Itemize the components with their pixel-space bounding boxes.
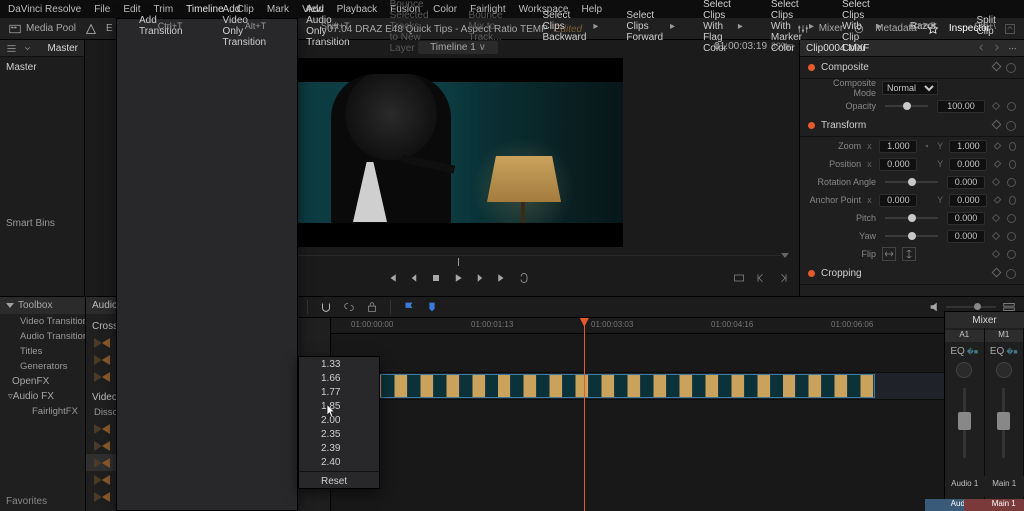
blanking-option[interactable]: 2.40 [299, 455, 379, 469]
menu-item[interactable]: Select Clips With Clip Color▸ [820, 19, 888, 33]
blanking-option[interactable]: Reset [299, 474, 379, 488]
mixer-panel: Mixer A1 M1 EQ �■ EQ �■ Audio 1 Main 1 A… [944, 311, 1024, 511]
in-out-icon[interactable] [733, 272, 745, 284]
smart-bins-header[interactable]: Smart Bins [0, 215, 84, 232]
timeline-ruler[interactable]: 01:00:00:0001:00:01:1301:00:03:0301:00:0… [331, 318, 1024, 334]
blanking-option[interactable]: 1.85 [299, 399, 379, 413]
chevron-down-icon[interactable] [23, 44, 32, 53]
menu-edit[interactable]: Edit [123, 4, 140, 15]
timeline-clip[interactable]: 0004.MXF [355, 374, 875, 398]
rotation-slider[interactable] [885, 181, 938, 183]
composite-section[interactable]: Composite [800, 57, 1024, 79]
blanking-option[interactable]: 1.77 [299, 385, 379, 399]
next-clip-icon[interactable] [992, 43, 1001, 52]
prev-frame-icon[interactable] [408, 272, 420, 284]
first-frame-icon[interactable] [386, 272, 398, 284]
menu-item[interactable]: Select Clips Forward▸ [604, 19, 681, 33]
pan-knob[interactable] [996, 362, 1012, 378]
menu-color[interactable]: Color [433, 4, 457, 15]
menu-item[interactable]: Join ClipsAlt+\ [1014, 19, 1024, 33]
zoom-x-input[interactable] [879, 140, 917, 153]
prev-edit-icon[interactable] [755, 272, 767, 284]
opacity-input[interactable] [937, 100, 985, 113]
loop-icon[interactable] [518, 272, 530, 284]
link-icon[interactable] [342, 300, 356, 314]
master-bin[interactable]: Master [0, 59, 84, 75]
opacity-slider[interactable] [885, 105, 928, 107]
next-frame-icon[interactable] [474, 272, 486, 284]
menu-item: Bounce Mix to Track... [447, 19, 521, 33]
pan-knob[interactable] [956, 362, 972, 378]
media-pool-button[interactable]: Media Pool [8, 23, 76, 35]
blanking-option[interactable]: 2.00 [299, 413, 379, 427]
playhead[interactable] [584, 318, 585, 511]
prev-clip-icon[interactable] [977, 43, 986, 52]
composite-mode-select[interactable]: Normal [882, 81, 938, 95]
menu-item[interactable]: Select Clips With Flag Color▸ [681, 19, 749, 33]
blanking-option[interactable]: 2.39 [299, 441, 379, 455]
inspector-panel: Clip0004.MXF Composite Composite ModeNor… [799, 40, 1024, 296]
anchor-x-input[interactable] [879, 194, 917, 207]
menu-file[interactable]: File [94, 4, 110, 15]
flip-h-button[interactable] [882, 247, 896, 261]
flag-icon[interactable] [402, 300, 416, 314]
lock-icon[interactable] [365, 300, 379, 314]
blanking-option[interactable]: 1.33 [299, 357, 379, 371]
next-edit-icon[interactable] [777, 272, 789, 284]
cropping-section[interactable]: Cropping [800, 263, 1024, 285]
anchor-y-input[interactable] [949, 194, 987, 207]
menu-item[interactable]: Split ClipCtrl+\ [954, 19, 1013, 33]
menu-item: Bounce Selected Tracks to New Layer [368, 19, 447, 33]
snap-icon[interactable] [319, 300, 333, 314]
pos-x-input[interactable] [879, 158, 917, 171]
rotation-input[interactable] [947, 176, 985, 189]
marker-icon[interactable] [425, 300, 439, 314]
timeline-tab[interactable]: Timeline 1 ∨ [418, 41, 498, 54]
volume-icon[interactable] [928, 300, 942, 314]
stop-icon[interactable] [430, 272, 442, 284]
link-icon[interactable] [923, 141, 931, 151]
menu-item[interactable]: Select Clips With Marker Color▸ [749, 19, 820, 33]
menu-item[interactable]: Add Video Only TransitionAlt+T [201, 19, 285, 33]
menu-item[interactable]: RazorCtrl+B [888, 19, 955, 33]
master-button[interactable]: Master [47, 43, 78, 54]
blanking-option[interactable]: 1.66 [299, 371, 379, 385]
pitch-slider[interactable] [885, 217, 938, 219]
menu-davinci-resolve[interactable]: DaVinci Resolve [8, 4, 81, 15]
favorites-label[interactable]: Favorites [6, 496, 47, 507]
output-blanking-submenu[interactable]: 1.331.661.771.852.002.352.392.40 Reset [298, 356, 380, 489]
blanking-option[interactable]: 2.35 [299, 427, 379, 441]
menu-timeline[interactable]: Timeline [186, 4, 223, 15]
last-frame-icon[interactable] [496, 272, 508, 284]
timeline-canvas[interactable]: 01:00:00:0001:00:01:1301:00:03:0301:00:0… [331, 318, 1024, 511]
menu-trim[interactable]: Trim [154, 4, 174, 15]
menu-mark[interactable]: Mark [267, 4, 289, 15]
effects-library-icon[interactable] [84, 22, 98, 36]
yaw-input[interactable] [947, 230, 985, 243]
flip-v-button[interactable] [902, 247, 916, 261]
play-icon[interactable] [452, 272, 464, 284]
fader[interactable] [1002, 388, 1005, 458]
zoom-y-input[interactable] [949, 140, 987, 153]
menu-item[interactable]: Add TransitionCtrl+T [117, 19, 201, 33]
pos-y-input[interactable] [949, 158, 987, 171]
list-view-icon[interactable] [6, 43, 17, 54]
menu-item[interactable]: Select Clips Backward▸ [520, 19, 604, 33]
yaw-slider[interactable] [885, 235, 938, 237]
menu-item[interactable]: Add Audio Only TransitionShift+T [284, 19, 368, 33]
viewer-source-strip [85, 40, 117, 296]
media-pool-icon [8, 23, 22, 35]
transform-section[interactable]: Transform [800, 115, 1024, 137]
inspector-more-icon[interactable] [1007, 43, 1018, 54]
viewer-frame[interactable] [293, 58, 623, 247]
pitch-input[interactable] [947, 212, 985, 225]
timeline-menu[interactable]: Add TransitionCtrl+TAdd Video Only Trans… [116, 18, 298, 511]
fader[interactable] [963, 388, 966, 458]
volume-slider[interactable] [946, 306, 996, 308]
